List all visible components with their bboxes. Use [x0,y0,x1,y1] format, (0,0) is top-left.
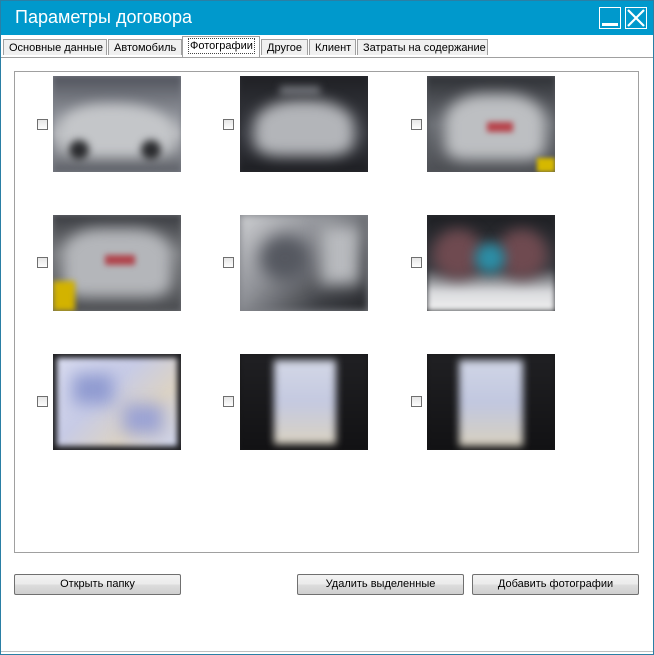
bottom-divider [1,651,653,652]
tab-strip: Основные данные Автомобиль Фотографии Др… [1,36,653,58]
add-photos-button[interactable]: Добавить фотографии [472,574,639,595]
photo-thumbnail-9[interactable] [427,354,555,450]
close-icon[interactable] [625,7,647,29]
title-bar: Параметры договора [1,1,653,35]
photo-thumbnail-8[interactable] [240,354,368,450]
photo-checkbox-7[interactable] [37,396,48,407]
photo-thumbnail-3[interactable] [427,76,555,172]
window-title: Параметры договора [15,7,193,27]
photo-checkbox-8[interactable] [223,396,234,407]
photo-checkbox-1[interactable] [37,119,48,130]
tab-label: Автомобиль [114,42,177,54]
tab-label: Клиент [315,42,352,54]
photo-thumbnail-4[interactable] [53,215,181,311]
photo-checkbox-2[interactable] [223,119,234,130]
minimize-icon[interactable] [599,7,621,29]
tab-label: Фотографии [188,38,255,54]
tab-client[interactable]: Клиент [309,39,356,55]
tab-other[interactable]: Другое [261,39,308,55]
app-window: Параметры договора Основные данные Автом… [0,0,654,655]
photo-thumbnail-5[interactable] [240,215,368,311]
tab-label: Затраты на содержание [363,42,486,54]
tab-photos[interactable]: Фотографии [182,36,260,57]
photo-thumbnail-1[interactable] [53,76,181,172]
tab-label: Другое [267,42,302,54]
tab-car[interactable]: Автомобиль [108,39,182,55]
tab-maintenance-costs[interactable]: Затраты на содержание [357,39,488,55]
photo-checkbox-9[interactable] [411,396,422,407]
photo-thumbnail-2[interactable] [240,76,368,172]
photo-checkbox-5[interactable] [223,257,234,268]
open-folder-button[interactable]: Открыть папку [14,574,181,595]
photo-thumbnail-6[interactable] [427,215,555,311]
tab-main-data[interactable]: Основные данные [3,39,107,55]
photo-gallery-panel[interactable] [14,71,639,553]
photo-checkbox-6[interactable] [411,257,422,268]
delete-selected-button[interactable]: Удалить выделенные [297,574,464,595]
photo-checkbox-4[interactable] [37,257,48,268]
photo-checkbox-3[interactable] [411,119,422,130]
tab-label: Основные данные [9,42,103,54]
photo-thumbnail-7[interactable] [53,354,181,450]
